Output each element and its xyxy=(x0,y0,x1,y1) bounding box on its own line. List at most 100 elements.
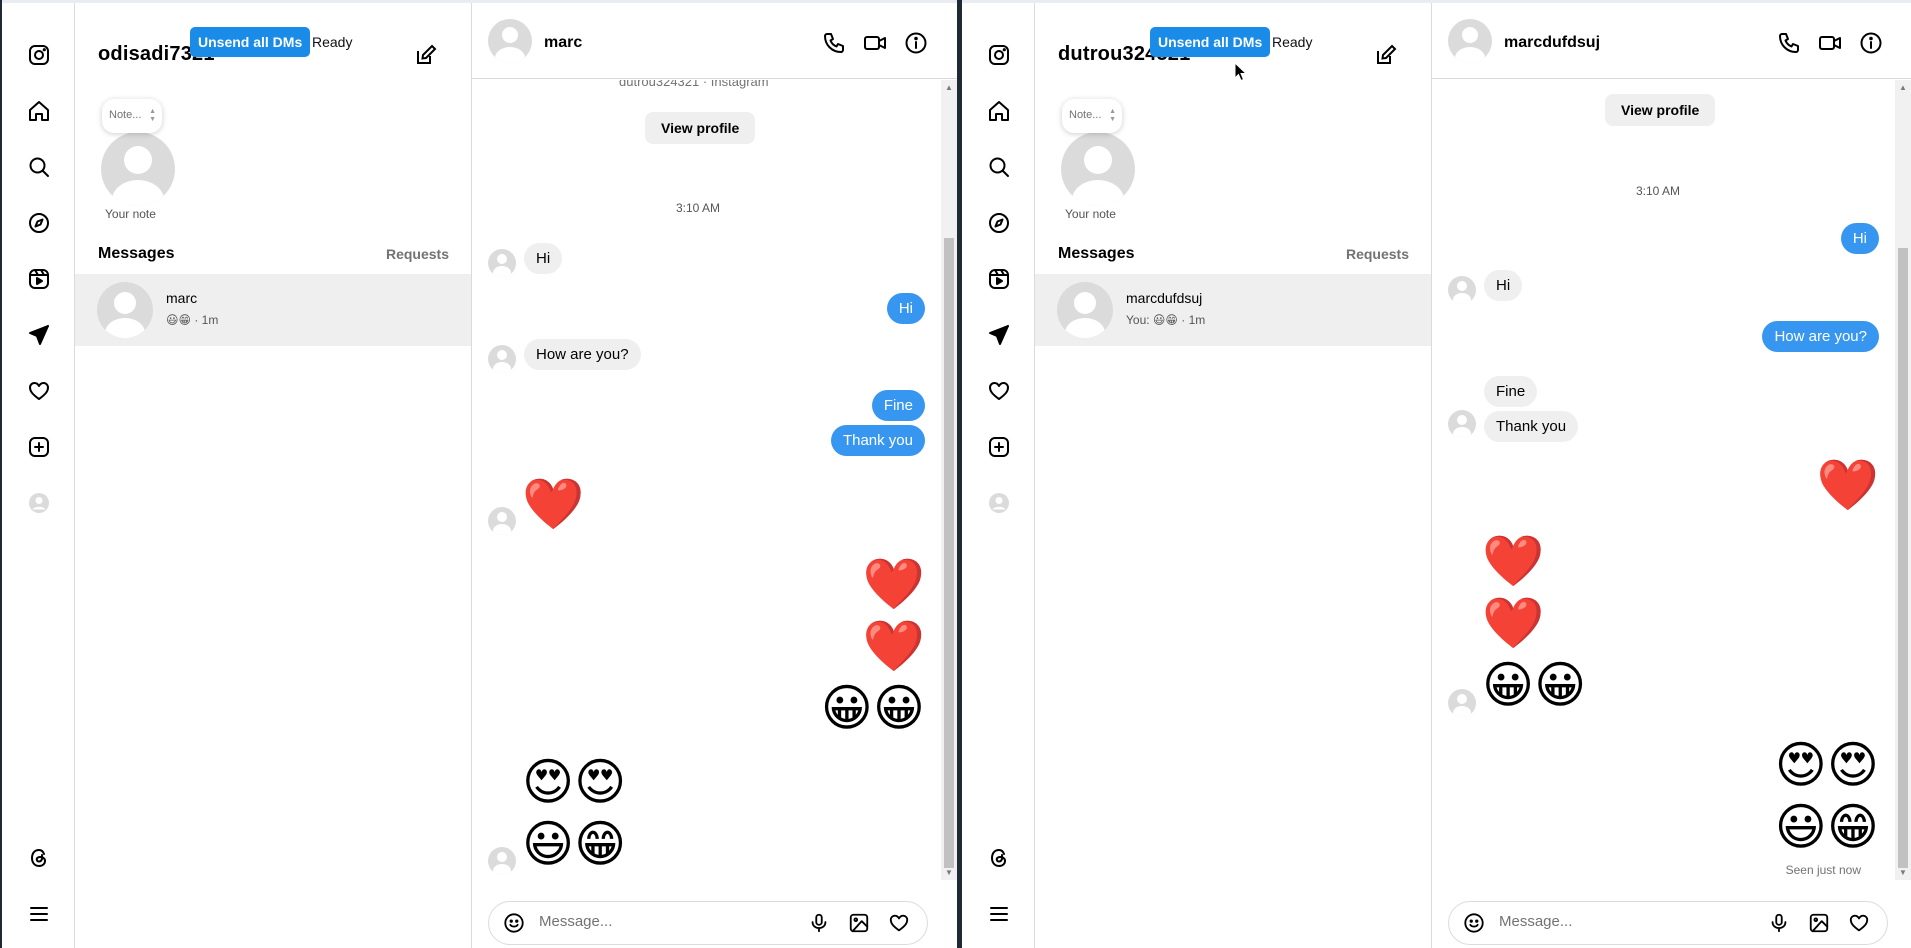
image-upload-icon[interactable] xyxy=(1808,912,1832,936)
message-bubble-in[interactable]: Fine xyxy=(1484,376,1538,407)
emoji-message-in[interactable]: ❤️ xyxy=(1482,533,1544,589)
sender-avatar xyxy=(1448,410,1476,438)
emoji-message-in[interactable]: 😀😀 xyxy=(1482,657,1586,713)
message-input[interactable] xyxy=(1499,913,1719,930)
emoji-message-out[interactable]: 😃😁 xyxy=(1775,799,1879,855)
phone-icon[interactable] xyxy=(822,31,848,57)
note-avatar[interactable] xyxy=(101,132,175,206)
message-bubble-out[interactable]: Fine xyxy=(871,390,925,421)
view-profile-button[interactable]: View profile xyxy=(1605,94,1716,126)
message-bubble-in[interactable]: Thank you xyxy=(1484,411,1579,442)
search-icon[interactable] xyxy=(986,154,1012,180)
note-stepper-icon: ▲ ▼ xyxy=(1109,108,1116,123)
home-icon[interactable] xyxy=(26,98,52,124)
info-icon[interactable] xyxy=(904,31,930,57)
browser-window-left: odisadi7321 Unsend all DMs Ready Note...… xyxy=(2,0,957,948)
note-avatar[interactable] xyxy=(1061,132,1135,206)
scrollbar-thumb[interactable] xyxy=(1898,248,1908,868)
thread-list-item[interactable]: marc 😃😁 · 1m xyxy=(75,274,471,346)
instagram-logo-icon[interactable] xyxy=(26,42,52,68)
scrollbar-thumb[interactable] xyxy=(944,238,954,868)
menu-icon[interactable] xyxy=(986,901,1012,927)
chat-scrollbar[interactable]: ▲ ▼ xyxy=(1895,80,1911,880)
unsend-all-dms-button[interactable]: Unsend all DMs xyxy=(190,27,311,57)
video-call-icon[interactable] xyxy=(1818,31,1844,57)
notifications-icon[interactable] xyxy=(26,378,52,404)
status-label: Ready xyxy=(312,34,353,50)
microphone-icon[interactable] xyxy=(808,912,832,936)
message-bubble-out[interactable]: Hi xyxy=(886,293,925,324)
sender-avatar xyxy=(488,249,516,277)
scroll-up-icon[interactable]: ▲ xyxy=(945,83,953,92)
menu-icon[interactable] xyxy=(26,901,52,927)
reels-icon[interactable] xyxy=(26,266,52,292)
contact-name[interactable]: marcdufdsuj xyxy=(1504,34,1600,52)
phone-icon[interactable] xyxy=(1777,31,1803,57)
emoji-picker-icon[interactable] xyxy=(1463,912,1487,936)
inbox-panel: dutrou324321 Unsend all DMs Ready Note..… xyxy=(1035,3,1432,948)
message-composer xyxy=(488,901,928,945)
message-bubble-in[interactable]: Hi xyxy=(1484,270,1523,301)
instagram-logo-icon[interactable] xyxy=(986,42,1012,68)
emoji-message-in[interactable]: 😃😁 xyxy=(522,816,626,872)
home-icon[interactable] xyxy=(986,98,1012,124)
message-bubble-out[interactable]: How are you? xyxy=(1762,321,1879,352)
threads-icon[interactable] xyxy=(26,845,52,871)
requests-link[interactable]: Requests xyxy=(386,246,449,262)
emoji-message-out[interactable]: ❤️ xyxy=(1817,457,1879,513)
note-placeholder: Note... xyxy=(1069,109,1102,121)
notifications-icon[interactable] xyxy=(986,378,1012,404)
scroll-up-icon[interactable]: ▲ xyxy=(1899,83,1907,92)
note-placeholder: Note... xyxy=(109,109,142,121)
emoji-picker-icon[interactable] xyxy=(503,912,527,936)
image-upload-icon[interactable] xyxy=(848,912,872,936)
contact-avatar[interactable] xyxy=(1448,19,1492,63)
contact-avatar[interactable] xyxy=(488,19,532,63)
message-input[interactable] xyxy=(539,913,759,930)
message-bubble-out[interactable]: Hi xyxy=(1840,223,1879,254)
search-icon[interactable] xyxy=(26,154,52,180)
like-heart-icon[interactable] xyxy=(1848,912,1872,936)
emoji-message-in[interactable]: ❤️ xyxy=(522,476,584,532)
like-heart-icon[interactable] xyxy=(888,912,912,936)
desktop-screen: odisadi7321 Unsend all DMs Ready Note...… xyxy=(0,0,1911,948)
requests-link[interactable]: Requests xyxy=(1346,246,1409,262)
create-icon[interactable] xyxy=(26,434,52,460)
profile-icon[interactable] xyxy=(26,490,52,516)
emoji-message-out[interactable]: 😍😍 xyxy=(1775,737,1879,793)
thread-preview: You: 😃😁 · 1m xyxy=(1126,313,1206,327)
browser-window-right: dutrou324321 Unsend all DMs Ready Note..… xyxy=(962,0,1911,948)
scroll-down-icon[interactable]: ▼ xyxy=(945,868,953,877)
reels-icon[interactable] xyxy=(986,266,1012,292)
note-input[interactable]: Note... ▲ ▼ xyxy=(1062,99,1122,133)
explore-icon[interactable] xyxy=(26,210,52,236)
emoji-message-in[interactable]: ❤️ xyxy=(1482,595,1544,651)
view-profile-button[interactable]: View profile xyxy=(645,112,756,144)
sender-avatar xyxy=(1448,689,1476,717)
chat-panel: marc dutrou324321 · Instagram View profi… xyxy=(472,3,957,948)
create-icon[interactable] xyxy=(986,434,1012,460)
info-icon[interactable] xyxy=(1859,31,1885,57)
compose-icon[interactable] xyxy=(414,43,440,69)
compose-icon[interactable] xyxy=(1374,43,1400,69)
message-bubble-out[interactable]: Thank you xyxy=(830,425,925,456)
microphone-icon[interactable] xyxy=(1768,912,1792,936)
messages-icon[interactable] xyxy=(986,322,1012,348)
threads-icon[interactable] xyxy=(986,845,1012,871)
emoji-message-out[interactable]: 😀😀 xyxy=(821,680,925,736)
messages-icon[interactable] xyxy=(26,322,52,348)
note-input[interactable]: Note... ▲ ▼ xyxy=(102,99,162,133)
emoji-message-in[interactable]: 😍😍 xyxy=(522,754,626,810)
message-bubble-in[interactable]: Hi xyxy=(524,243,563,274)
emoji-message-out[interactable]: ❤️ xyxy=(863,618,925,674)
explore-icon[interactable] xyxy=(986,210,1012,236)
emoji-message-out[interactable]: ❤️ xyxy=(863,556,925,612)
contact-name[interactable]: marc xyxy=(544,34,582,52)
scroll-down-icon[interactable]: ▼ xyxy=(1899,868,1907,877)
video-call-icon[interactable] xyxy=(863,31,889,57)
unsend-all-dms-button[interactable]: Unsend all DMs xyxy=(1150,27,1271,57)
thread-list-item[interactable]: marcdufdsuj You: 😃😁 · 1m xyxy=(1035,274,1431,346)
profile-icon[interactable] xyxy=(986,490,1012,516)
chat-scrollbar[interactable]: ▲ ▼ xyxy=(941,80,957,880)
message-bubble-in[interactable]: How are you? xyxy=(524,339,641,370)
